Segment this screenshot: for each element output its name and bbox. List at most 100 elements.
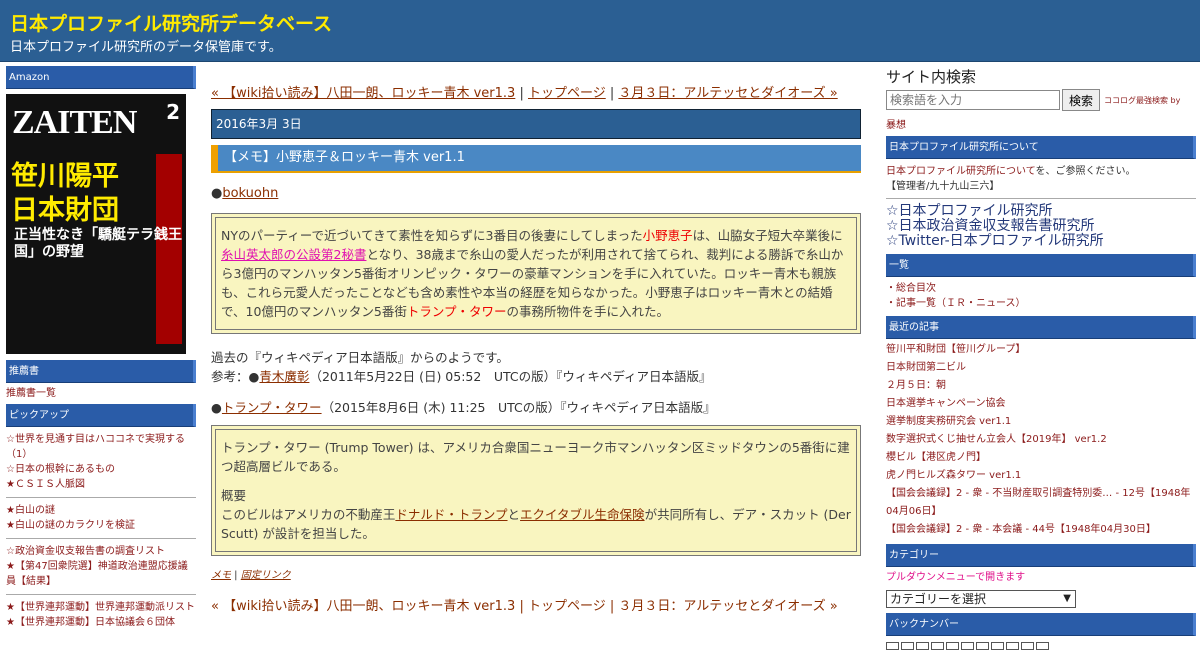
- main-content: « 【wiki拾い読み】八田一朗、ロッキー青木 ver1.3 | トップページ …: [211, 66, 861, 614]
- recent-item[interactable]: 虎ノ門ヒルズ森タワー ver1.1: [886, 467, 1196, 485]
- highlight-name: トランプ・タワー: [406, 304, 507, 319]
- star-link[interactable]: ☆日本政治資金収支報告書研究所: [886, 219, 1196, 234]
- pickup-link[interactable]: ☆日本の根幹にあるもの: [6, 462, 196, 477]
- calendar-cell[interactable]: [1021, 642, 1034, 650]
- list-item[interactable]: ・総合目次: [886, 281, 1196, 296]
- quote-box-1: NYのパーティーで近づいてきて素性を知らずに3番目の後妻にしてしまった小野恵子は…: [211, 213, 861, 334]
- recent-item[interactable]: 【国会会議録】2 - 衆 - 本会議 - 44号【1948年04月30日】: [886, 521, 1196, 539]
- nav-separator: |: [605, 86, 619, 101]
- recent-item[interactable]: 櫻ビル【港区虎ノ門】: [886, 449, 1196, 467]
- star-link[interactable]: ☆Twitter-日本プロファイル研究所: [886, 234, 1196, 249]
- bullet-mark: ●: [211, 400, 222, 415]
- backnumber-heading: バックナンバー: [886, 613, 1196, 636]
- cover-headline-3: 正当性なき「驕艇テラ銭王国」の野望: [14, 227, 182, 260]
- aoki-link[interactable]: 青木廣彰: [259, 369, 309, 384]
- category-heading: カテゴリー: [886, 544, 1196, 567]
- quote-text: の事務所物件を手に入れた。: [506, 304, 670, 319]
- trump-tower-link[interactable]: トランプ・タワー: [222, 400, 322, 415]
- chevron-down-icon: ▼: [1063, 593, 1071, 604]
- highlight-name: 小野恵子: [642, 228, 693, 243]
- entry-footer: メモ | 固定リンク: [211, 566, 861, 581]
- cover-brand: ZAITEN: [12, 104, 137, 141]
- recent-item[interactable]: 数字選択式くじ抽せん立会人【2019年】 ver1.2: [886, 431, 1196, 449]
- category-note: プルダウンメニューで開きます: [886, 572, 1026, 583]
- pickup-link[interactable]: ★【第47回衆院選】神道政治連盟応援議員【結果】: [6, 559, 196, 589]
- category-memo-link[interactable]: メモ: [211, 570, 231, 581]
- pickup-heading: ピックアップ: [6, 404, 196, 427]
- nav-separator: |: [515, 86, 528, 101]
- calendar-cell[interactable]: [946, 642, 959, 650]
- star-link[interactable]: ☆日本プロファイル研究所: [886, 204, 1196, 219]
- recent-item[interactable]: 笹川平和財団【笹川グループ】: [886, 341, 1196, 359]
- recent-item[interactable]: 【国会会議録】2 - 衆 - 不当財産取引調査特別委… - 12号【1948年0…: [886, 485, 1196, 521]
- source-bullet: ●bokuohn: [211, 186, 861, 201]
- recommend-link[interactable]: 推薦書一覧: [6, 383, 196, 404]
- category-select[interactable]: カテゴリーを選択 ▼: [886, 590, 1076, 608]
- divider: [6, 497, 196, 498]
- ref-suffix: （2011年5月22日 (日) 05:52 UTCの版）『ウィキペディア日本語版…: [309, 369, 712, 384]
- calendar-cell[interactable]: [916, 642, 929, 650]
- amazon-heading: Amazon: [6, 66, 196, 89]
- about-heading: 日本プロファイル研究所について: [886, 136, 1196, 159]
- date-header: 2016年3月 3日: [211, 109, 861, 139]
- list-item[interactable]: ・記事一覧（ＩＲ・ニュース）: [886, 296, 1196, 311]
- about-link[interactable]: 日本プロファイル研究所について: [886, 166, 1036, 177]
- search-button[interactable]: 検索: [1062, 89, 1101, 111]
- bokuohn-link[interactable]: bokuohn: [222, 186, 278, 201]
- pickup-link[interactable]: ☆政治資金収支報告書の調査リスト: [6, 544, 196, 559]
- pickup-link[interactable]: ★白山の謎: [6, 503, 196, 518]
- search-input[interactable]: [886, 90, 1060, 110]
- calendar-cell[interactable]: [901, 642, 914, 650]
- donald-trump-link[interactable]: ドナルド・トランプ: [395, 507, 507, 522]
- recent-item[interactable]: 日本財団第二ビル: [886, 359, 1196, 377]
- quote-heading: 概要: [221, 488, 247, 503]
- cover-issue: 2: [166, 100, 180, 124]
- top-page-link[interactable]: トップページ: [528, 86, 606, 101]
- entry-nav-bottom[interactable]: « 【wiki拾い読み】八田一朗、ロッキー青木 ver1.3 | トップページ …: [211, 595, 861, 614]
- recent-item[interactable]: 選挙制度実務研究会 ver1.1: [886, 413, 1196, 431]
- pickup-link[interactable]: ★白山の謎のカラクリを検証: [6, 518, 196, 533]
- site-title[interactable]: 日本プロファイル研究所データベース: [10, 9, 332, 36]
- prev-entry-link[interactable]: « 【wiki拾い読み】八田一朗、ロッキー青木 ver1.3: [211, 86, 515, 101]
- calendar-cell[interactable]: [1006, 642, 1019, 650]
- calendar-cell[interactable]: [976, 642, 989, 650]
- permalink[interactable]: 固定リンク: [241, 570, 291, 581]
- calendar-cell[interactable]: [961, 642, 974, 650]
- search-note[interactable]: ココログ最強検索 by: [1104, 95, 1180, 106]
- site-subtitle: 日本プロファイル研究所のデータ保管庫です。: [10, 40, 282, 55]
- next-entry-link[interactable]: ３月３日：アルテッセとダイオーズ »: [618, 86, 837, 101]
- quote-text: トランプ・タワー (Trump Tower) は、アメリカ合衆国ニューヨーク市マ…: [221, 440, 850, 474]
- calendar-cell[interactable]: [886, 642, 899, 650]
- quote-text: は、山脇女子短大卒業後に: [692, 228, 843, 243]
- magazine-cover-image[interactable]: ZAITEN 2 笹川陽平 日本財団 正当性なき「驕艇テラ銭王国」の野望: [6, 94, 186, 354]
- quote-text: NYのパーティーで近づいてきて素性を知らずに3番目の後妻にしてしまった: [221, 228, 643, 243]
- pickup-link[interactable]: ★ＣＳＩＳ人脈図: [6, 477, 196, 492]
- pickup-link[interactable]: ★【世界連邦運動】世界連邦運動派リスト: [6, 600, 196, 615]
- trump-ref: ●トランプ・タワー（2015年8月6日 (木) 11:25 UTCの版）『ウィキ…: [211, 398, 861, 417]
- calendar-cell[interactable]: [1036, 642, 1049, 650]
- search-form: 検索 ココログ最強検索 by: [886, 89, 1196, 111]
- about-text: 日本プロファイル研究所についてを、ご参照ください。: [886, 164, 1196, 179]
- body-text: 過去の『ウィキペディア日本語版』からのようです。: [211, 350, 509, 365]
- bullet-mark: ●: [211, 186, 223, 201]
- site-header: 日本プロファイル研究所データベース 日本プロファイル研究所のデータ保管庫です。: [0, 0, 1200, 62]
- recent-item[interactable]: ２月５日：朝: [886, 377, 1196, 395]
- ref-suffix: （2015年8月6日 (木) 11:25 UTCの版）『ウィキペディア日本語版』: [321, 400, 716, 415]
- recent-item[interactable]: 日本選挙キャンペーン協会: [886, 395, 1196, 413]
- search-note-2[interactable]: 暴想: [886, 116, 1196, 131]
- list-heading: 一覧: [886, 254, 1196, 277]
- quote-text: このビルはアメリカの不動産王: [221, 507, 396, 522]
- search-title: サイト内検索: [886, 68, 977, 86]
- pickup-link[interactable]: ★【世界連邦運動】日本協議会６団体: [6, 615, 196, 630]
- pickup-link[interactable]: ☆世界を見通す目はハココネで実現する（1）: [6, 432, 196, 462]
- entry-title: 【メモ】小野恵子＆ロッキー青木 ver1.1: [211, 145, 861, 173]
- calendar-cell[interactable]: [991, 642, 1004, 650]
- body-paragraph: 過去の『ウィキペディア日本語版』からのようです。 参考：●青木廣彰（2011年5…: [211, 348, 861, 386]
- ref-prefix: 参考：●: [211, 369, 260, 384]
- equitable-link[interactable]: エクイタブル生命保険: [520, 507, 645, 522]
- right-sidebar: サイト内検索 検索 ココログ最強検索 by 暴想 日本プロファイル研究所について…: [886, 66, 1196, 650]
- about-tail: を、ご参照ください。: [1035, 166, 1136, 177]
- calendar-cell[interactable]: [931, 642, 944, 650]
- quote-text: と: [507, 507, 521, 522]
- highlight-link[interactable]: 糸山英太郎の公設第2秘書: [221, 247, 366, 262]
